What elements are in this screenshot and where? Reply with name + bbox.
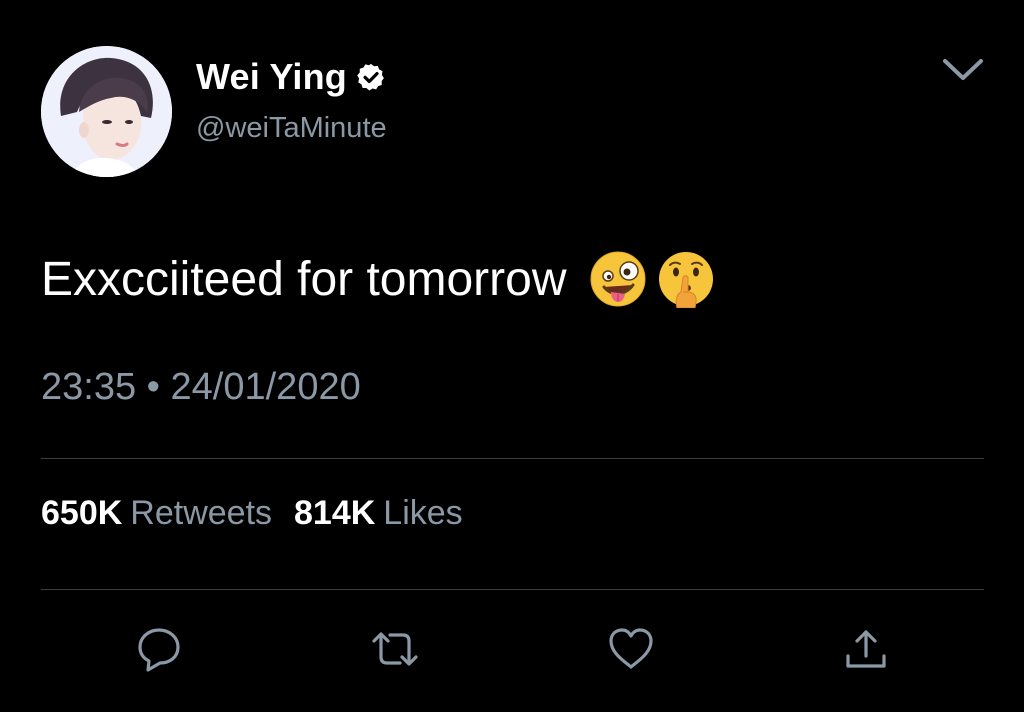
- avatar-photo: [41, 46, 172, 177]
- likes-count: 814K: [294, 494, 376, 532]
- retweet-icon[interactable]: [370, 624, 420, 674]
- avatar[interactable]: [41, 46, 172, 177]
- tweet-card: Wei Ying @weiTaMinute Exxcciiteed for to…: [0, 0, 1024, 712]
- tweet-timestamp[interactable]: 23:35 • 24/01/2020: [41, 366, 361, 409]
- verified-badge-icon: [356, 62, 386, 92]
- engagement-stats: 650K Retweets 814K Likes: [41, 494, 463, 533]
- likes-stat[interactable]: 814K Likes: [294, 494, 463, 532]
- retweets-label: Retweets: [130, 494, 273, 532]
- tweet-date[interactable]: 24/01/2020: [171, 366, 361, 408]
- like-icon[interactable]: [606, 624, 656, 674]
- retweets-stat[interactable]: 650K Retweets: [41, 494, 272, 532]
- tweet-text: Exxcciiteed for tomorrow: [41, 250, 715, 308]
- display-name[interactable]: Wei Ying: [196, 56, 347, 98]
- zany-face-emoji-icon: [589, 250, 647, 308]
- chevron-down-icon[interactable]: [940, 54, 986, 84]
- divider-bottom: [41, 589, 984, 590]
- tweet-time[interactable]: 23:35: [41, 366, 136, 408]
- display-name-row[interactable]: Wei Ying: [196, 56, 386, 98]
- reply-icon[interactable]: [134, 624, 184, 674]
- user-handle[interactable]: @weiTaMinute: [196, 112, 387, 145]
- shushing-face-emoji-icon: [657, 250, 715, 308]
- retweets-count: 650K: [41, 494, 123, 532]
- divider-top: [41, 458, 984, 459]
- timestamp-separator: •: [146, 366, 160, 408]
- likes-label: Likes: [383, 494, 463, 532]
- share-icon[interactable]: [841, 624, 891, 674]
- tweet-text-content: Exxcciiteed for tomorrow: [41, 252, 567, 306]
